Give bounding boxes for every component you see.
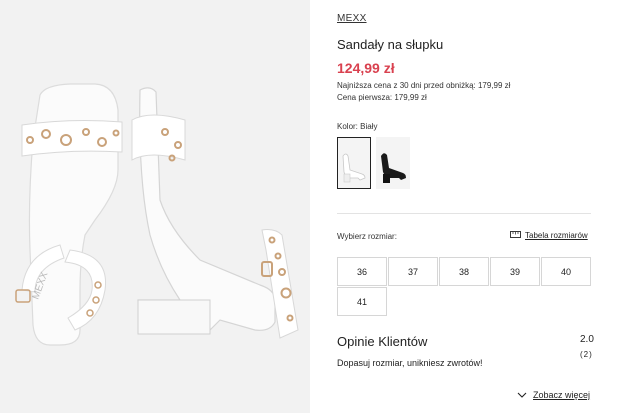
color-swatch-black[interactable]	[376, 137, 410, 189]
sandals-illustration: MEXX	[15, 83, 299, 346]
ruler-icon	[510, 231, 521, 240]
review-summary: Dopasuj rozmiar, unikniesz zwrotów!	[337, 358, 483, 368]
chevron-down-icon	[517, 390, 527, 400]
rating-count: (2)	[580, 350, 593, 359]
rating-value: 2.0	[580, 334, 594, 345]
color-swatch-white[interactable]	[337, 137, 371, 189]
black-sandal-thumbnail	[381, 153, 406, 183]
original-price-note: Cena pierwsza: 179,99 zł	[337, 93, 427, 102]
brand-link[interactable]: MEXX	[337, 13, 367, 24]
see-more-label: Zobacz więcej	[533, 390, 591, 400]
size-option-37[interactable]: 37	[388, 257, 438, 286]
reviews-title: Opinie Klientów	[337, 334, 428, 349]
size-option-40[interactable]: 40	[541, 257, 591, 286]
left-sandal-image: MEXX	[15, 83, 123, 346]
lowest-price-note: Najniższa cena z 30 dni przed obniżką: 1…	[337, 81, 511, 90]
size-option-38[interactable]: 38	[439, 257, 489, 286]
white-sandal-thumbnail	[342, 153, 366, 183]
size-option-36[interactable]: 36	[337, 257, 387, 286]
product-price: 124,99 zł	[337, 60, 395, 76]
section-divider	[337, 213, 591, 214]
see-more-link[interactable]: Zobacz więcej	[517, 390, 590, 400]
product-image[interactable]: MEXX	[0, 0, 310, 413]
color-label: Kolor: Biały	[337, 122, 378, 131]
size-option-39[interactable]: 39	[490, 257, 540, 286]
size-label: Wybierz rozmiar:	[337, 232, 397, 241]
product-info-panel: MEXX Sandały na słupku 124,99 zł Najniżs…	[337, 0, 597, 413]
product-title: Sandały na słupku	[337, 37, 444, 52]
size-option-41[interactable]: 41	[337, 287, 387, 316]
size-chart-label: Tabela rozmiarów	[525, 231, 588, 240]
size-chart-link[interactable]: Tabela rozmiarów	[510, 231, 588, 240]
right-sandal-image	[131, 87, 299, 339]
